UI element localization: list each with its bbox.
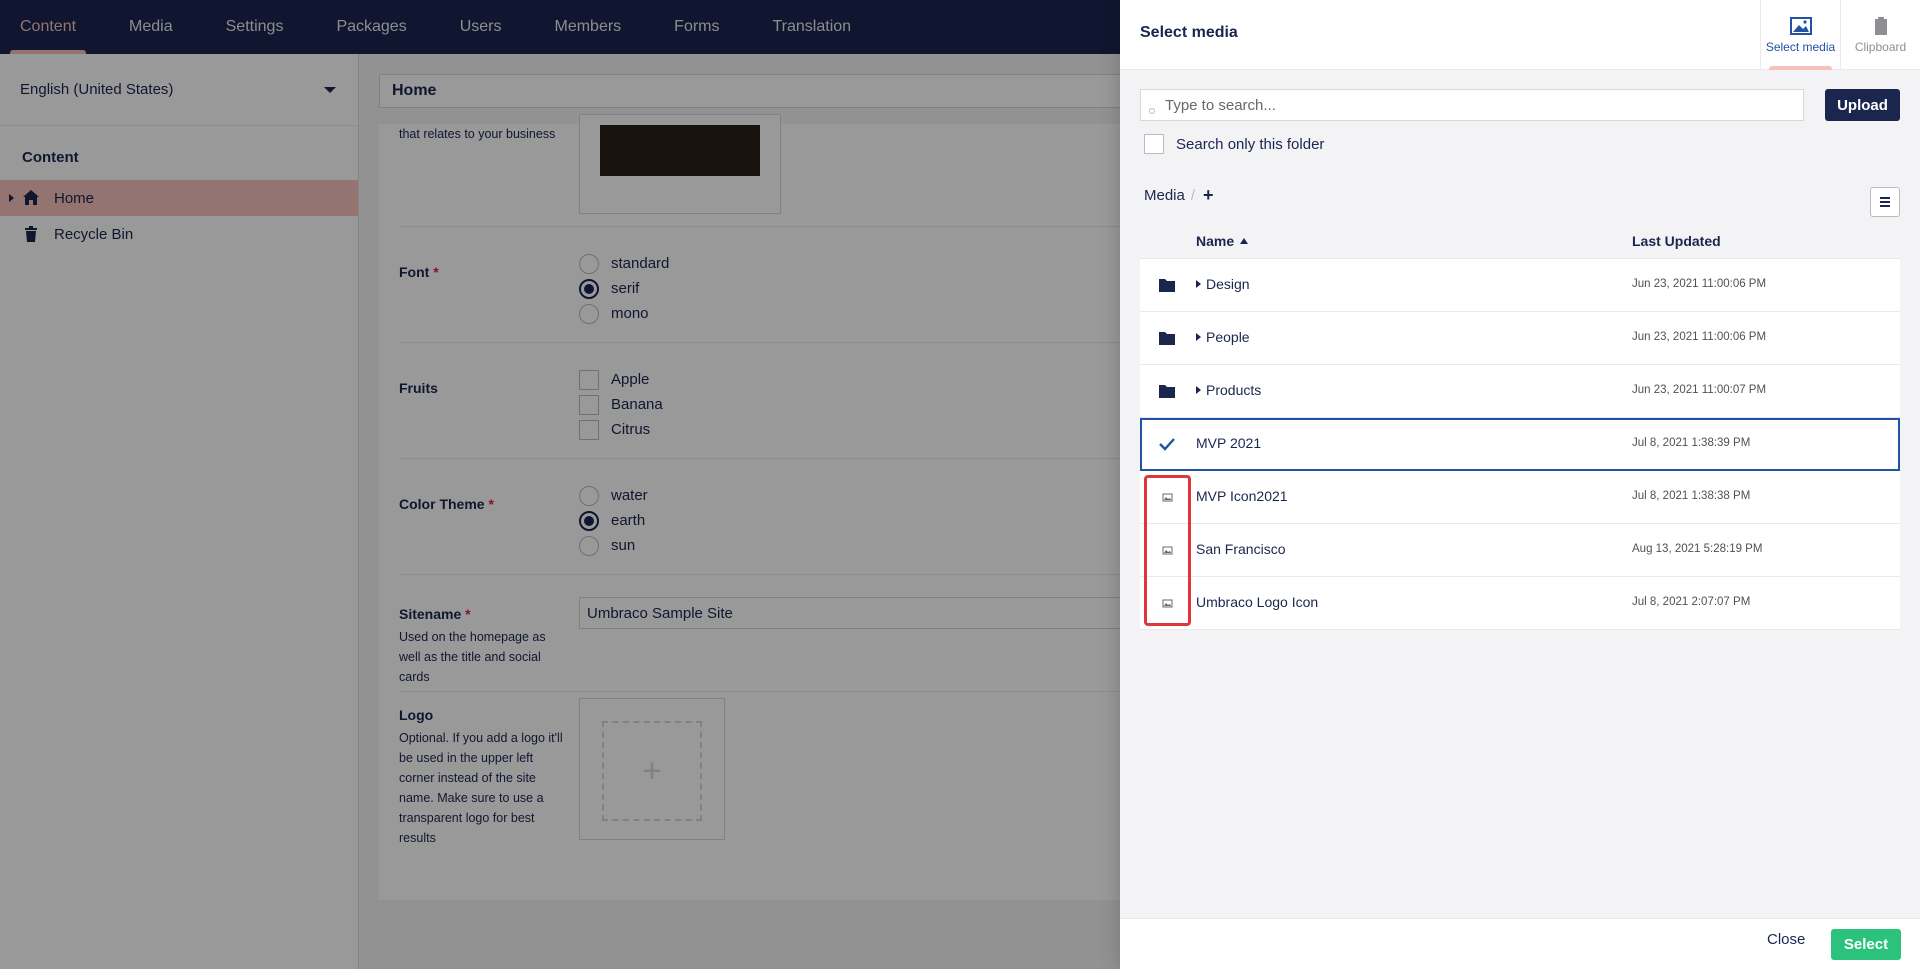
close-button[interactable]: Close xyxy=(1767,931,1805,948)
expand-caret-icon[interactable] xyxy=(1196,333,1201,341)
overlay-backdrop[interactable] xyxy=(0,0,1120,969)
row-name[interactable]: People xyxy=(1206,329,1250,345)
row-date: Jun 23, 2021 11:00:07 PM xyxy=(1632,384,1767,396)
row-name[interactable]: MVP Icon2021 xyxy=(1196,488,1288,504)
breadcrumb: Media / + xyxy=(1144,185,1214,206)
row-name[interactable]: Umbraco Logo Icon xyxy=(1196,594,1318,610)
dialog-title: Select media xyxy=(1140,24,1238,41)
checkbox[interactable] xyxy=(1144,134,1164,154)
table-row[interactable]: San Francisco Aug 13, 2021 5:28:19 PM xyxy=(1140,524,1900,577)
layout-toggle-button[interactable] xyxy=(1870,187,1900,217)
media-table: Name Last Updated Design Jun 23, 2021 11… xyxy=(1140,225,1900,630)
table-row[interactable]: Design Jun 23, 2021 11:00:06 PM xyxy=(1140,259,1900,312)
table-row[interactable]: MVP Icon2021 Jul 8, 2021 1:38:38 PM xyxy=(1140,471,1900,524)
select-media-dialog: Select media Select media Clipboard Type… xyxy=(1120,0,1920,969)
tab-select-media[interactable]: Select media xyxy=(1760,0,1840,70)
row-date: Jun 23, 2021 11:00:06 PM xyxy=(1632,278,1767,290)
table-row[interactable]: Products Jun 23, 2021 11:00:07 PM xyxy=(1140,365,1900,418)
row-date: Aug 13, 2021 5:28:19 PM xyxy=(1632,543,1763,555)
row-date: Jul 8, 2021 2:07:07 PM xyxy=(1632,596,1751,608)
sort-asc-icon xyxy=(1240,238,1249,244)
folder-icon xyxy=(1159,385,1175,398)
column-last-updated[interactable]: Last Updated xyxy=(1632,233,1721,249)
table-header: Name Last Updated xyxy=(1140,225,1900,259)
folder-icon xyxy=(1159,332,1175,345)
breadcrumb-separator: / xyxy=(1190,187,1196,204)
column-name[interactable]: Name xyxy=(1196,233,1249,249)
row-date: Jun 23, 2021 11:00:06 PM xyxy=(1632,331,1767,343)
dialog-header: Select media Select media Clipboard xyxy=(1120,0,1920,70)
row-date: Jul 8, 2021 1:38:39 PM xyxy=(1632,437,1751,449)
tab-clipboard[interactable]: Clipboard xyxy=(1840,0,1920,70)
folder-icon xyxy=(1159,279,1175,292)
expand-caret-icon[interactable] xyxy=(1196,280,1201,288)
breadcrumb-media[interactable]: Media xyxy=(1144,187,1185,204)
row-name[interactable]: Products xyxy=(1206,382,1261,398)
upload-button[interactable]: Upload xyxy=(1825,89,1900,121)
annotation-highlight-box xyxy=(1144,475,1191,626)
row-name[interactable]: San Francisco xyxy=(1196,541,1285,557)
search-icon xyxy=(1149,108,1155,114)
table-row[interactable]: People Jun 23, 2021 11:00:06 PM xyxy=(1140,312,1900,365)
checkmark-icon xyxy=(1159,438,1175,451)
picture-icon xyxy=(1789,17,1812,35)
row-name[interactable]: MVP 2021 xyxy=(1196,435,1261,451)
table-row[interactable]: Umbraco Logo Icon Jul 8, 2021 2:07:07 PM xyxy=(1140,577,1900,630)
dialog-footer: Close Select xyxy=(1120,918,1920,969)
row-date: Jul 8, 2021 1:38:38 PM xyxy=(1632,490,1751,502)
table-row-selected[interactable]: MVP 2021 Jul 8, 2021 1:38:39 PM xyxy=(1140,418,1900,471)
clipboard-icon xyxy=(1874,17,1887,35)
search-input[interactable]: Type to search... xyxy=(1140,89,1804,121)
row-name[interactable]: Design xyxy=(1206,276,1250,292)
search-only-folder-toggle[interactable]: Search only this folder xyxy=(1144,134,1324,154)
create-folder-button[interactable]: + xyxy=(1203,185,1214,206)
checkbox-label: Search only this folder xyxy=(1176,135,1325,153)
search-placeholder: Type to search... xyxy=(1165,96,1276,114)
expand-caret-icon[interactable] xyxy=(1196,386,1201,394)
select-button[interactable]: Select xyxy=(1831,929,1901,960)
